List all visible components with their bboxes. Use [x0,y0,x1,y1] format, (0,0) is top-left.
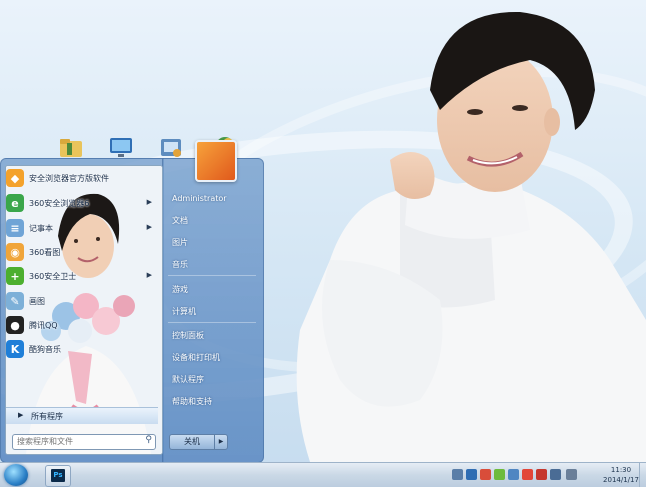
clock[interactable]: 11:30 2014/1/17 [598,465,644,485]
program-item[interactable]: ● 腾讯QQ [6,314,156,336]
paint-icon: ✎ [6,292,24,310]
program-label: 记事本 [29,223,53,233]
right-item-help-support[interactable]: 帮助和支持 [172,396,252,410]
program-item[interactable]: ◉ 360看图 [6,241,156,263]
right-item-games[interactable]: 游戏 [172,284,252,298]
program-item[interactable]: ≡ 记事本 ▶ [6,217,156,239]
submenu-arrow-icon[interactable]: ▶ [147,223,152,231]
program-label: 画图 [29,296,45,306]
photo-viewer-icon: ◉ [6,243,24,261]
start-menu: ◆ 安全浏览器官方版软件 e 360安全浏览器6 ▶ ≡ 记事本 ▶ ◉ 360看图 +360安全卫… [0,158,264,463]
user-avatar[interactable] [195,140,237,182]
shield-tray-icon[interactable] [536,469,547,480]
right-item-default-programs[interactable]: 默认程序 [172,374,252,388]
program-item[interactable]: K 酷狗音乐 [6,338,156,360]
app-store-icon: ◆ [6,169,24,187]
clock-time: 11:30 [610,466,632,474]
program-label: 360安全浏览器6 [29,198,90,208]
taskbar: Ps 11:30 2014/1/17 [0,462,646,487]
program-item[interactable]: ◆ 安全浏览器官方版软件 [6,167,156,189]
taskbar-photoshop-button[interactable]: Ps [45,465,71,487]
right-item-control-panel[interactable]: 控制面板 [172,330,252,344]
search-box[interactable]: ⚲ [12,434,156,450]
all-programs-button[interactable]: ▶ 所有程序 [6,407,158,424]
flag-icon[interactable] [480,469,491,480]
volume-icon[interactable] [452,469,463,480]
photoshop-icon: Ps [51,469,65,482]
browser-icon: e [6,194,24,212]
submenu-arrow-icon[interactable]: ▶ [147,198,152,206]
wallpaper-person [296,11,646,462]
monitor-tray-icon[interactable] [550,469,561,480]
program-label: 360安全卫士 [29,271,77,281]
360-tray-icon[interactable] [494,469,505,480]
program-label: 腾讯QQ [29,320,58,330]
program-item[interactable]: +360安全卫士 ▶ [6,265,156,287]
search-input[interactable] [13,435,137,447]
shutdown-options-button[interactable]: ▶ [214,434,228,450]
program-item[interactable]: e 360安全浏览器6 ▶ [6,192,156,214]
divider [168,322,256,323]
right-item-documents[interactable]: 文档 [172,215,252,229]
kugou-icon: K [6,340,24,358]
speaker-icon[interactable] [566,469,577,480]
clock-date: 2014/1/17 [603,476,639,484]
network-icon[interactable] [508,469,519,480]
qq-tray-icon[interactable] [522,469,533,480]
right-item-pictures[interactable]: 图片 [172,237,252,251]
submenu-arrow-icon[interactable]: ▶ [147,271,152,279]
program-label: 360看图 [29,247,61,257]
show-desktop-button[interactable] [639,463,646,487]
security-icon: + [6,267,24,285]
start-button[interactable] [4,464,28,486]
right-item-music[interactable]: 音乐 [172,259,252,273]
notepad-icon: ≡ [6,219,24,237]
program-label: 安全浏览器官方版软件 [29,173,109,183]
right-item-devices-printers[interactable]: 设备和打印机 [172,352,252,366]
help-icon[interactable] [466,469,477,480]
right-item-computer[interactable]: 计算机 [172,306,252,320]
all-programs-label: 所有程序 [31,412,63,421]
program-item[interactable]: ✎ 画图 [6,290,156,312]
right-item-user[interactable]: Administrator [172,194,252,208]
qq-icon: ● [6,316,24,334]
divider [168,275,256,276]
search-icon[interactable]: ⚲ [145,435,152,445]
chevron-right-icon: ▶ [18,411,24,419]
shutdown-button[interactable]: 关机 [169,434,215,450]
program-label: 酷狗音乐 [29,344,61,354]
